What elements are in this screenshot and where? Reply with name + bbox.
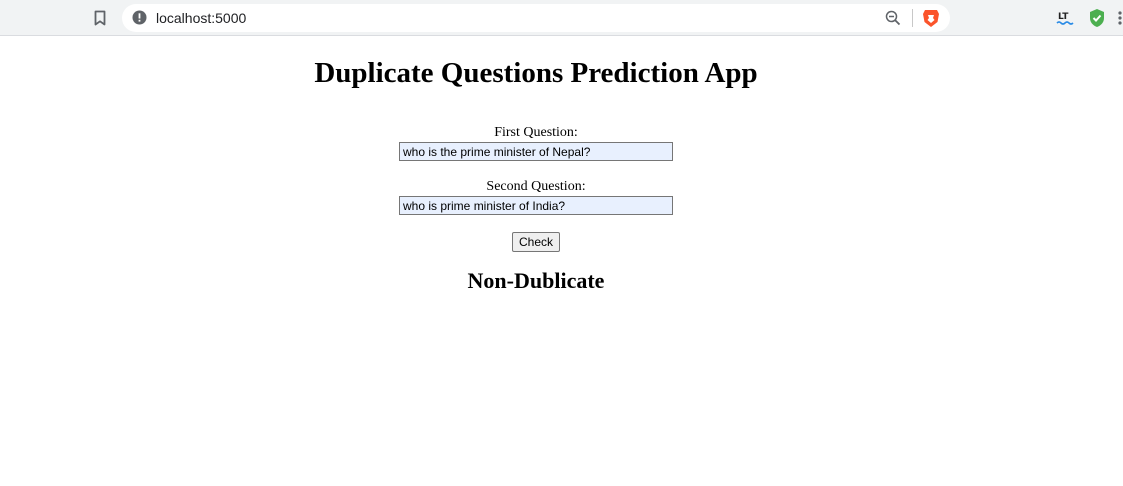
first-question-label: First Question: [494, 125, 578, 140]
browser-toolbar: localhost:5000 LT [0, 0, 1123, 36]
check-button[interactable]: Check [512, 232, 560, 252]
brave-shields-icon[interactable] [922, 8, 940, 28]
second-question-label: Second Question: [486, 179, 586, 194]
question-form: First Question: Second Question: Check [0, 124, 1072, 252]
shield-extension-icon[interactable] [1088, 8, 1106, 28]
page-title: Duplicate Questions Prediction App [314, 57, 758, 89]
site-info-icon[interactable] [132, 10, 147, 25]
svg-text:LT: LT [1058, 12, 1069, 22]
first-question-input[interactable] [399, 142, 673, 161]
bookmark-icon[interactable] [94, 10, 106, 26]
address-bar-divider [912, 9, 913, 27]
zoom-icon[interactable] [885, 10, 901, 26]
address-bar[interactable]: localhost:5000 [122, 4, 950, 32]
languagetool-extension-icon[interactable]: LT [1056, 9, 1074, 27]
menu-icon[interactable] [1117, 10, 1123, 26]
prediction-result: Non-Dublicate [467, 268, 605, 293]
url-text[interactable]: localhost:5000 [156, 10, 246, 26]
second-question-input[interactable] [399, 196, 673, 215]
